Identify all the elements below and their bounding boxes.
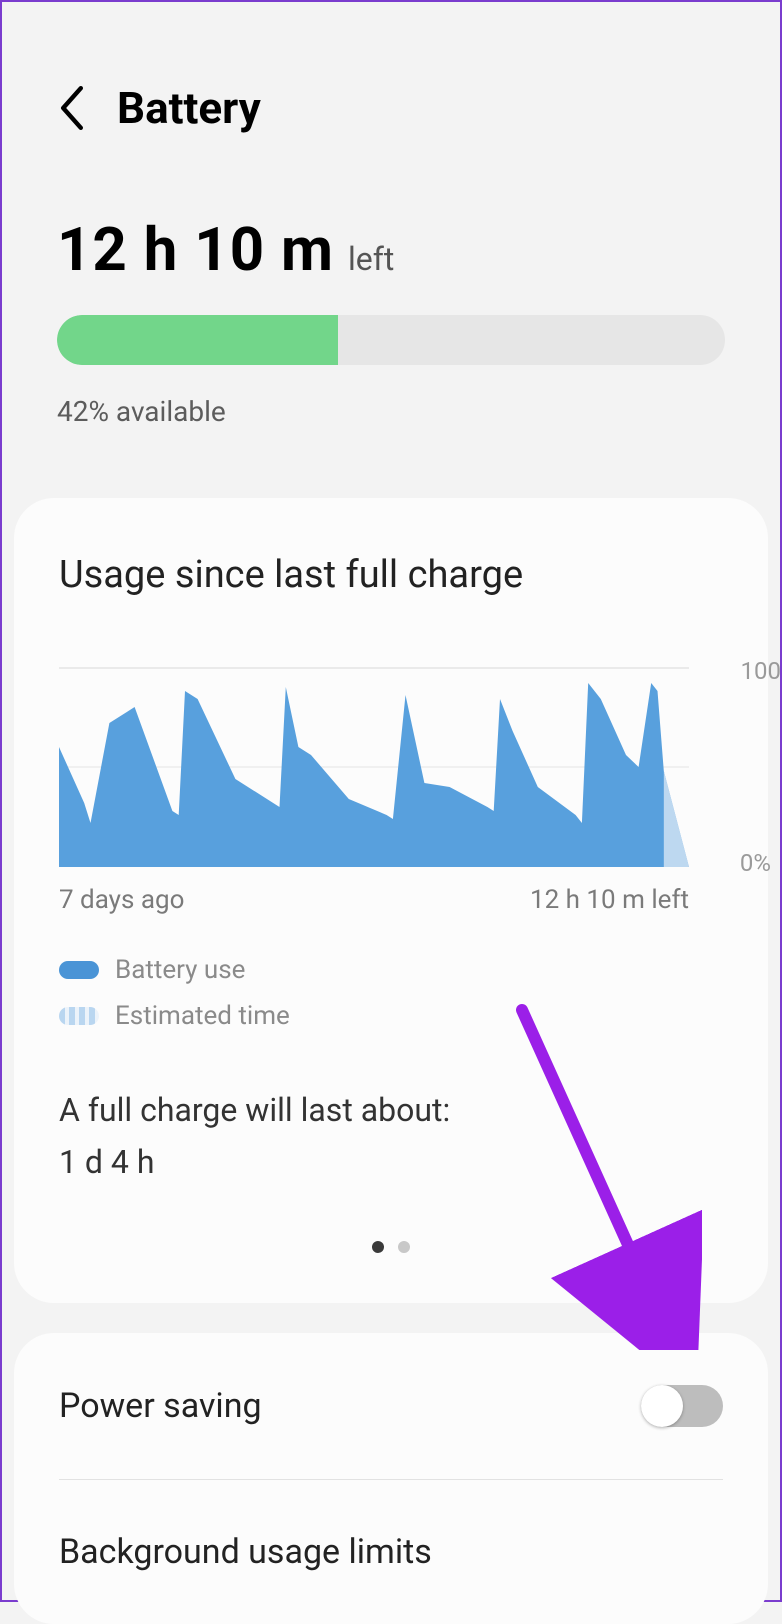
page-dot-1[interactable] <box>372 1241 384 1253</box>
chart-x-right-label: 12 h 10 m left <box>530 885 689 915</box>
time-left-suffix: left <box>348 240 394 278</box>
legend-label-estimated: Estimated time <box>115 1001 290 1031</box>
settings-list: Power saving Background usage limits <box>14 1333 768 1624</box>
power-saving-row[interactable]: Power saving <box>14 1333 768 1479</box>
page-title: Battery <box>117 82 261 134</box>
chart-x-left-label: 7 days ago <box>59 885 184 915</box>
power-saving-toggle[interactable] <box>641 1385 723 1427</box>
toggle-knob <box>641 1385 683 1427</box>
usage-card-title: Usage since last full charge <box>59 553 723 597</box>
page-dot-2[interactable] <box>398 1241 410 1253</box>
back-icon[interactable] <box>57 86 87 130</box>
battery-usage-chart: 100 0% <box>59 667 723 867</box>
chart-y-top-label: 100 <box>741 657 781 685</box>
battery-summary: 12 h 10 m left 42% available <box>2 154 780 468</box>
background-usage-limits-row[interactable]: Background usage limits <box>14 1480 768 1624</box>
legend-swatch-estimated <box>59 1007 99 1025</box>
background-usage-limits-label: Background usage limits <box>59 1532 432 1572</box>
battery-progress-bar <box>57 315 725 365</box>
legend-label-battery-use: Battery use <box>115 955 245 985</box>
full-charge-value: 1 d 4 h <box>59 1138 723 1186</box>
legend-swatch-battery-use <box>59 961 99 979</box>
time-left-value: 12 h 10 m <box>57 214 334 285</box>
battery-available-text: 42% available <box>57 395 725 428</box>
power-saving-label: Power saving <box>59 1386 262 1426</box>
chart-y-bottom-label: 0% <box>740 849 771 877</box>
usage-card[interactable]: Usage since last full charge 100 0% 7 da… <box>14 498 768 1303</box>
full-charge-label: A full charge will last about: <box>59 1091 450 1129</box>
page-indicator[interactable] <box>59 1241 723 1253</box>
battery-progress-fill <box>57 315 338 365</box>
